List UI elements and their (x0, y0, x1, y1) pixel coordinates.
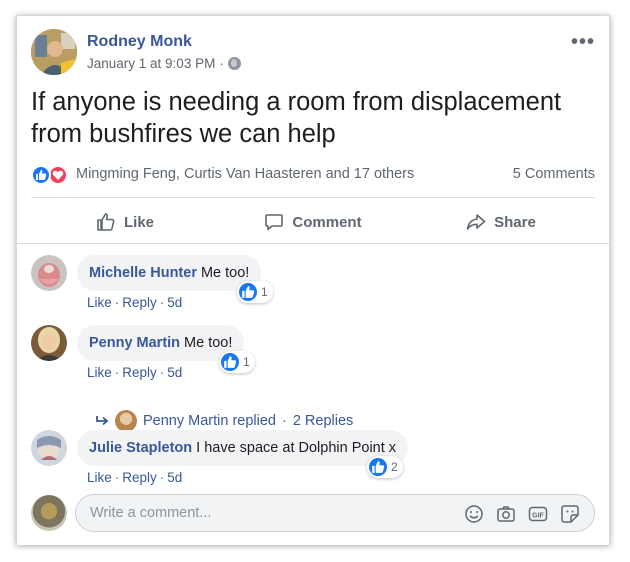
more-options-button[interactable]: ••• (571, 31, 595, 54)
divider (31, 197, 595, 198)
like-button[interactable]: Like (31, 204, 219, 240)
share-button[interactable]: Share (407, 204, 595, 240)
comment-reaction-badge[interactable]: 1 (219, 351, 255, 373)
love-reaction-icon (48, 165, 68, 185)
comment-item: Penny Martin Me too! 1 Like · Reply · 5d (31, 325, 595, 385)
commenter-name[interactable]: Julie Stapleton (89, 440, 192, 456)
commenter-avatar[interactable] (31, 255, 67, 291)
comment-bubble: Julie Stapleton I have space at Dolphin … (77, 430, 409, 466)
commenter-avatar[interactable] (31, 325, 67, 361)
author-avatar[interactable] (31, 29, 77, 75)
sticker-icon[interactable] (560, 504, 580, 524)
current-user-avatar[interactable] (31, 495, 67, 531)
reply-arrow-icon (96, 416, 109, 426)
gif-icon[interactable]: GIF (528, 504, 548, 524)
camera-icon[interactable] (496, 504, 516, 524)
comment-links: Like · Reply · 5d (87, 365, 183, 380)
commenter-name[interactable]: Michelle Hunter (89, 265, 197, 281)
post-card: Rodney Monk January 1 at 9:03 PM · ••• I… (16, 15, 610, 545)
comment-reply-link[interactable]: Reply (122, 365, 157, 380)
like-reaction-icon (31, 165, 51, 185)
comments-section: Michelle Hunter Me too! 1 Like · Reply · 5d (17, 243, 609, 545)
comment-button[interactable]: Comment (219, 204, 407, 240)
comment-links: Like · Reply · 5d (87, 295, 183, 310)
reaction-count: 1 (261, 285, 268, 299)
comment-bubble: Michelle Hunter Me too! (77, 255, 262, 291)
comment-composer: Write a comment... GIF (31, 494, 595, 534)
reactions-bar: Mingming Feng, Curtis Van Haasteren and … (31, 164, 595, 186)
comment-reaction-badge[interactable]: 2 (367, 456, 403, 478)
post-timestamp[interactable]: January 1 at 9:03 PM (87, 56, 215, 71)
comment-text: Me too! (200, 265, 250, 281)
comment-input[interactable]: Write a comment... GIF (75, 494, 595, 532)
author-name[interactable]: Rodney Monk (87, 33, 192, 51)
replies-count: 2 Replies (292, 413, 354, 429)
share-label: Share (494, 213, 536, 231)
comment-text: Me too! (184, 335, 233, 351)
reaction-count: 2 (391, 460, 398, 474)
meta-separator: · (219, 56, 224, 71)
view-replies-link[interactable]: Penny Martin replied · 2 Replies (95, 410, 353, 432)
comment-item: Julie Stapleton I have space at Dolphin … (31, 430, 595, 490)
replied-separator: · (282, 413, 287, 429)
replied-name: Penny Martin replied (143, 413, 276, 429)
post-actions: Like Comment Share (31, 204, 595, 240)
gif-label: GIF (532, 513, 544, 520)
comment-like-link[interactable]: Like (87, 470, 112, 485)
comment-reaction-badge[interactable]: 1 (237, 281, 273, 303)
post-text: If anyone is needing a room from displac… (31, 88, 562, 148)
like-reaction-icon (221, 353, 239, 371)
reaction-count: 1 (243, 355, 250, 369)
reaction-names[interactable]: Mingming Feng, Curtis Van Haasteren and … (76, 166, 414, 182)
comment-bubble: Penny Martin Me too! (77, 325, 245, 361)
commenter-name[interactable]: Penny Martin (89, 335, 180, 351)
comment-item: Michelle Hunter Me too! 1 Like · Reply · 5d (31, 255, 595, 315)
like-reaction-icon (369, 458, 387, 476)
like-reaction-icon (239, 283, 257, 301)
comment-label: Comment (292, 213, 362, 231)
comment-reply-link[interactable]: Reply (122, 295, 157, 310)
comments-count[interactable]: 5 Comments (513, 166, 595, 182)
comment-time[interactable]: 5d (167, 295, 182, 310)
composer-icons: GIF (464, 504, 580, 524)
comment-time[interactable]: 5d (167, 470, 182, 485)
like-label: Like (123, 213, 154, 231)
comment-reply-link[interactable]: Reply (122, 470, 157, 485)
thumbs-up-icon (97, 213, 115, 231)
post-header: Rodney Monk January 1 at 9:03 PM · ••• (31, 29, 595, 81)
comment-placeholder: Write a comment... (90, 505, 212, 521)
comment-text: I have space at Dolphin Point x (196, 440, 397, 456)
commenter-avatar[interactable] (31, 430, 67, 466)
replier-avatar (115, 410, 137, 432)
comment-like-link[interactable]: Like (87, 295, 112, 310)
reaction-icons[interactable] (31, 164, 75, 186)
comment-time[interactable]: 5d (167, 365, 182, 380)
comment-icon (265, 214, 284, 231)
post-meta: January 1 at 9:03 PM · (87, 56, 241, 71)
emoji-icon[interactable] (464, 504, 484, 524)
share-icon (466, 214, 486, 230)
comment-links: Like · Reply · 5d (87, 470, 183, 485)
globe-icon[interactable] (227, 57, 241, 70)
comment-like-link[interactable]: Like (87, 365, 112, 380)
